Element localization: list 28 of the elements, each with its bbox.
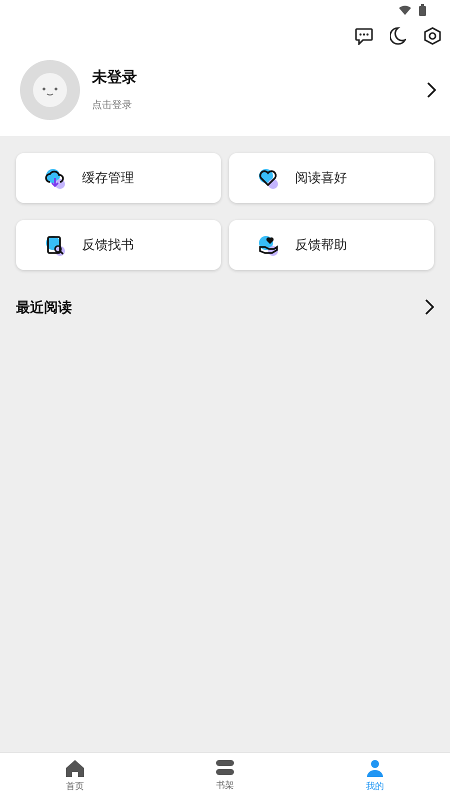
shortcut-card[interactable]: 反馈帮助 bbox=[229, 220, 434, 270]
nav-tab[interactable]: 首页 bbox=[0, 753, 150, 800]
night-mode-button[interactable] bbox=[388, 26, 408, 46]
hand-heart-icon bbox=[257, 234, 279, 256]
nav-tab[interactable]: 书架 bbox=[150, 753, 300, 800]
settings-icon bbox=[424, 27, 440, 45]
books-icon bbox=[216, 760, 234, 776]
login-hint: 点击登录 bbox=[92, 98, 133, 113]
chevron-right-icon bbox=[426, 82, 436, 98]
avatar-icon bbox=[20, 60, 80, 120]
heart-icon bbox=[257, 167, 279, 189]
document-search-icon bbox=[44, 234, 66, 256]
message-button[interactable] bbox=[354, 26, 374, 46]
moon-icon bbox=[390, 27, 406, 45]
recent-reading-row[interactable]: 最近阅读 bbox=[0, 296, 450, 318]
cloud-download-icon bbox=[44, 167, 66, 189]
shortcut-card[interactable]: 反馈找书 bbox=[16, 220, 221, 270]
username: 未登录 bbox=[92, 68, 138, 88]
shortcut-card[interactable]: 阅读喜好 bbox=[229, 153, 434, 203]
section-title: 最近阅读 bbox=[16, 298, 72, 316]
battery-icon bbox=[419, 4, 426, 16]
home-icon bbox=[65, 759, 85, 778]
settings-button[interactable] bbox=[422, 26, 442, 46]
message-icon bbox=[355, 28, 373, 44]
chevron-right-icon bbox=[424, 299, 434, 315]
wifi-icon bbox=[399, 5, 411, 15]
shortcut-card[interactable]: 缓存管理 bbox=[16, 153, 221, 203]
person-icon bbox=[366, 759, 384, 778]
